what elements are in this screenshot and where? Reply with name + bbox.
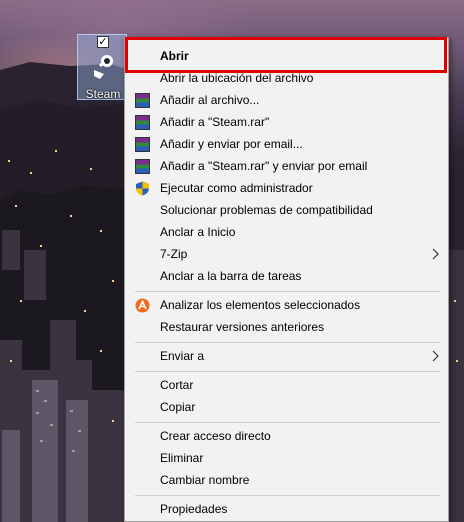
menu-separator: [135, 291, 440, 292]
menu-item-troubleshoot-compatibility[interactable]: Solucionar problemas de compatibilidad: [125, 199, 448, 221]
menu-item-cut[interactable]: Cortar: [125, 374, 448, 396]
winrar-icon: [135, 115, 150, 130]
menu-item-restore-previous-versions[interactable]: Restaurar versiones anteriores: [125, 316, 448, 338]
menu-item-label: Solucionar problemas de compatibilidad: [160, 203, 373, 217]
menu-item-scan-selected[interactable]: Analizar los elementos seleccionados: [125, 294, 448, 316]
winrar-icon: [135, 93, 150, 108]
desktop-shortcut-steam[interactable]: ✓ Steam: [77, 34, 127, 101]
context-menu: Abrir Abrir la ubicación del archivo Aña…: [124, 37, 449, 522]
menu-item-label: Abrir la ubicación del archivo: [160, 71, 314, 85]
menu-item-label: Abrir: [160, 49, 189, 63]
winrar-icon: [135, 159, 150, 174]
menu-item-label: Propiedades: [160, 502, 228, 516]
uac-shield-icon: [136, 181, 149, 196]
menu-item-open[interactable]: Abrir: [125, 45, 448, 67]
menu-item-label: Cambiar nombre: [160, 473, 250, 487]
menu-separator: [135, 422, 440, 423]
menu-item-pin-to-start[interactable]: Anclar a Inicio: [125, 221, 448, 243]
menu-item-label: Analizar los elementos seleccionados: [160, 298, 361, 312]
menu-item-create-shortcut[interactable]: Crear acceso directo: [125, 425, 448, 447]
menu-item-rename[interactable]: Cambiar nombre: [125, 469, 448, 491]
menu-separator: [135, 371, 440, 372]
selection-checkbox[interactable]: ✓: [97, 36, 109, 48]
menu-item-label: Añadir y enviar por email...: [160, 137, 303, 151]
menu-item-run-as-admin[interactable]: Ejecutar como administrador: [125, 177, 448, 199]
menu-item-add-to-steam-rar[interactable]: Añadir a "Steam.rar": [125, 111, 448, 133]
menu-item-label: Añadir a "Steam.rar" y enviar por email: [160, 159, 368, 173]
menu-item-label: Ejecutar como administrador: [160, 181, 313, 195]
menu-item-label: Copiar: [160, 400, 196, 414]
menu-item-label: Anclar a Inicio: [160, 225, 236, 239]
winrar-icon: [135, 137, 150, 152]
menu-item-label: 7-Zip: [160, 247, 188, 261]
menu-item-open-file-location[interactable]: Abrir la ubicación del archivo: [125, 67, 448, 89]
desktop-icon-label: Steam: [85, 87, 121, 101]
menu-item-properties[interactable]: Propiedades: [125, 498, 448, 520]
menu-item-label: Añadir al archivo...: [160, 93, 260, 107]
chevron-right-icon: [432, 350, 439, 362]
menu-item-label: Añadir a "Steam.rar": [160, 115, 270, 129]
menu-item-copy[interactable]: Copiar: [125, 396, 448, 418]
antivirus-icon: [135, 298, 150, 313]
steam-logo-icon: [94, 55, 113, 79]
menu-item-add-to-archive[interactable]: Añadir al archivo...: [125, 89, 448, 111]
menu-item-add-and-email[interactable]: Añadir y enviar por email...: [125, 133, 448, 155]
menu-item-label: Restaurar versiones anteriores: [160, 320, 325, 334]
menu-item-label: Enviar a: [160, 349, 205, 363]
menu-item-add-steam-rar-and-email[interactable]: Añadir a "Steam.rar" y enviar por email: [125, 155, 448, 177]
menu-separator: [135, 495, 440, 496]
menu-item-delete[interactable]: Eliminar: [125, 447, 448, 469]
menu-item-label: Anclar a la barra de tareas: [160, 269, 302, 283]
menu-item-7zip[interactable]: 7-Zip: [125, 243, 448, 265]
menu-item-label: Eliminar: [160, 451, 204, 465]
chevron-right-icon: [432, 248, 439, 260]
menu-item-pin-to-taskbar[interactable]: Anclar a la barra de tareas: [125, 265, 448, 287]
menu-separator: [135, 342, 440, 343]
menu-item-label: Cortar: [160, 378, 194, 392]
menu-item-send-to[interactable]: Enviar a: [125, 345, 448, 367]
menu-item-label: Crear acceso directo: [160, 429, 271, 443]
